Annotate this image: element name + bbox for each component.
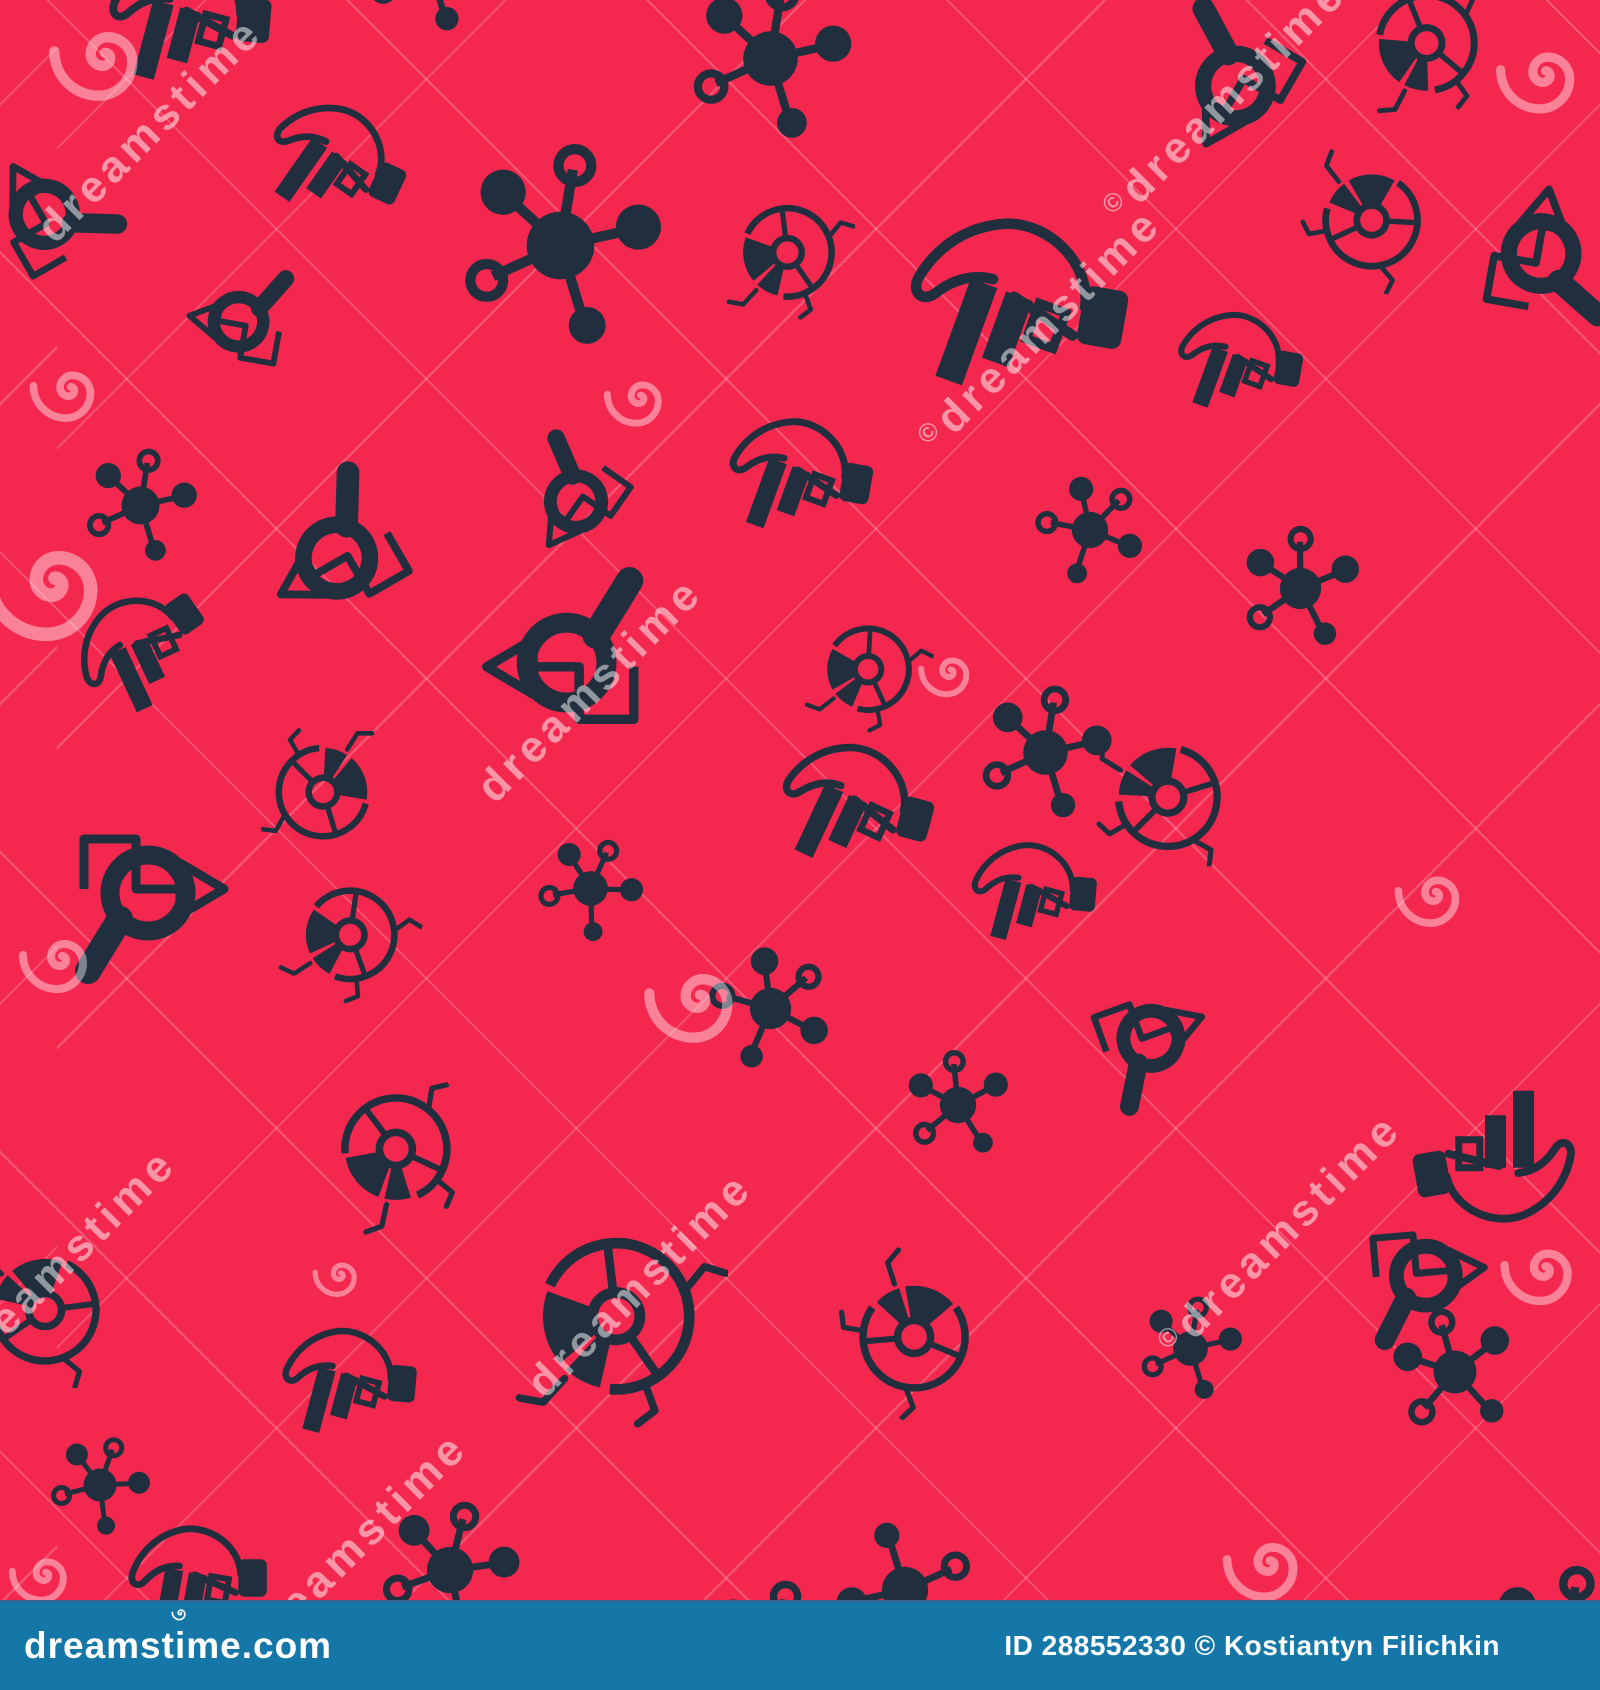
molecule-icon (458, 143, 663, 348)
search-analytics-icon (170, 240, 321, 391)
molecule-icon (365, 0, 495, 33)
search-analytics-icon (1452, 164, 1600, 361)
molecule-icon (688, 0, 853, 141)
spiral-watermark-icon (635, 935, 765, 1065)
molecule-icon (374, 1494, 526, 1600)
logo-spiral-icon (170, 1603, 191, 1624)
image-credit: ID 288552330 © Kostiantyn Filichkin (1004, 1630, 1500, 1661)
pie-chart-icon (725, 190, 855, 320)
spiral-watermark-icon (23, 343, 118, 438)
stock-image-preview: dreamstime©dreamstime©dreamstime©dreamst… (0, 0, 1600, 1690)
footer-bar: dreamst ime.com ID 288552330 © Kostiantyn… (0, 1600, 1600, 1690)
hand-chart-icon (1148, 283, 1321, 456)
spiral-watermark-icon (1215, 1510, 1325, 1600)
pie-chart-icon (513, 1213, 728, 1428)
hand-chart-icon (256, 1301, 434, 1479)
molecule-icon (1013, 453, 1166, 606)
dreamstime-logo: dreamst ime.com (24, 1625, 332, 1667)
spiral-watermark-icon (40, 0, 170, 123)
spiral-watermark-icon (308, 1243, 373, 1308)
search-analytics-icon (470, 545, 680, 755)
logo-text-right: ime.com (174, 1625, 333, 1666)
spiral-watermark-icon (0, 500, 140, 670)
pie-chart-icon (1290, 144, 1446, 300)
logo-text-left: dreamst (24, 1625, 175, 1666)
hand-chart-icon (108, 1503, 282, 1600)
molecule-icon (891, 1038, 1026, 1173)
pie-chart-icon (272, 858, 431, 1017)
spiral-watermark-icon (3, 1533, 88, 1601)
hand-chart-icon (859, 169, 1160, 470)
pie-chart-icon (298, 1048, 503, 1253)
hand-chart-icon (696, 386, 895, 585)
spiral-watermark-icon (12, 910, 112, 1010)
pie-chart-icon (245, 715, 396, 866)
search-analytics-icon (217, 425, 456, 664)
search-analytics-icon (1055, 955, 1241, 1141)
pie-chart-icon (808, 1236, 1013, 1441)
spiral-watermark-icon (598, 356, 683, 441)
spiral-watermark-icon (1488, 18, 1600, 133)
spiral-watermark-icon (913, 635, 988, 710)
hand-chart-icon (947, 817, 1112, 982)
spiral-watermark-icon (1388, 848, 1483, 943)
molecule-icon (700, 1580, 850, 1600)
spiral-watermark-icon (1493, 1218, 1598, 1323)
molecule-icon (1228, 516, 1373, 661)
pie-chart-icon (0, 1238, 117, 1388)
molecule-icon (1480, 1565, 1600, 1600)
molecule-icon (835, 1520, 975, 1600)
search-analytics-icon (0, 113, 157, 318)
molecule-icon (1138, 1296, 1243, 1401)
molecule-icon (526, 824, 655, 953)
hand-chart-icon (740, 705, 959, 924)
pattern-background: dreamstime©dreamstime©dreamstime©dreamst… (0, 0, 1600, 1600)
